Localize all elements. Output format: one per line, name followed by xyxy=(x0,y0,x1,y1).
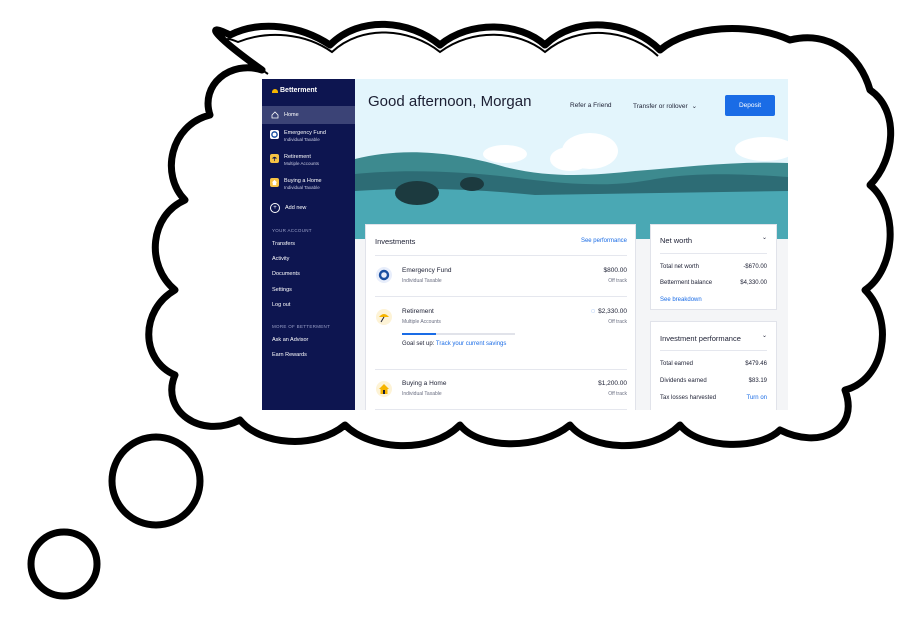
sidebar-link-ask-advisor[interactable]: Ask an Advisor xyxy=(272,337,308,343)
net-worth-row-value: -$670.00 xyxy=(743,264,767,270)
account-status: Off track xyxy=(608,319,627,325)
plus-icon: + xyxy=(270,203,280,213)
sidebar-item-label: Emergency Fund xyxy=(284,130,326,136)
account-balance: $1,200.00 xyxy=(598,380,627,387)
umbrella-icon xyxy=(376,309,392,325)
account-name[interactable]: Buying a Home xyxy=(402,380,446,387)
net-worth-row-label: Betterment balance xyxy=(660,280,713,286)
bubble-dot-small xyxy=(27,528,101,600)
chevron-down-icon: ⌄ xyxy=(691,103,698,110)
bubble-dot-large xyxy=(108,433,204,529)
your-account-heading: YOUR ACCOUNT xyxy=(272,228,312,233)
hero-banner: Good afternoon, Morgan Refer a Friend Tr… xyxy=(355,79,788,239)
net-worth-row-label: Total net worth xyxy=(660,264,700,270)
sidebar-link-logout[interactable]: Log out xyxy=(272,302,290,308)
umbrella-icon xyxy=(270,154,279,163)
sidebar-item-label: Add new xyxy=(285,204,307,211)
chevron-down-icon[interactable]: ⌄ xyxy=(762,234,767,241)
logo[interactable]: Betterment xyxy=(272,87,317,94)
syncing-icon: ◌ xyxy=(590,308,596,315)
performance-title: Investment performance xyxy=(660,334,741,343)
performance-row-label: Tax losses harvested xyxy=(660,395,717,401)
sidebar-item-label: Home xyxy=(284,111,299,118)
sidebar-link-settings[interactable]: Settings xyxy=(272,287,292,293)
sidebar-item-sub: Multiple Accounts xyxy=(284,161,320,166)
investment-performance-card: Investment performance ⌄ Total earned $4… xyxy=(650,321,777,410)
sidebar-item-buying-a-home[interactable]: Buying a Home Individual Taxable xyxy=(262,178,355,196)
logo-icon xyxy=(272,88,278,93)
lifebuoy-icon xyxy=(376,267,392,283)
account-name[interactable]: Retirement xyxy=(402,308,434,315)
account-balance: $800.00 xyxy=(603,267,628,274)
account-status: Off track xyxy=(608,391,627,397)
divider xyxy=(375,369,627,370)
account-status: Off track xyxy=(608,278,627,284)
divider xyxy=(375,296,627,297)
track-savings-link[interactable]: Track your current savings xyxy=(436,341,506,347)
sidebar-link-transfers[interactable]: Transfers xyxy=(272,241,295,247)
sidebar-item-add-new[interactable]: + Add new xyxy=(262,202,355,214)
logo-text: Betterment xyxy=(280,87,317,94)
divider xyxy=(660,350,767,351)
home-icon xyxy=(270,111,279,120)
account-type: Individual Taxable xyxy=(402,391,442,397)
refer-friend-link[interactable]: Refer a Friend xyxy=(570,102,612,109)
performance-row-value: $479.46 xyxy=(745,361,767,367)
sidebar-item-label: Retirement xyxy=(284,154,311,160)
account-type: Multiple Accounts xyxy=(402,319,441,325)
goal-progress-fill xyxy=(402,333,436,335)
performance-row-label: Dividends earned xyxy=(660,378,707,384)
divider xyxy=(375,409,627,410)
sidebar-item-emergency-fund[interactable]: Emergency Fund Individual Taxable xyxy=(262,130,355,148)
net-worth-title: Net worth xyxy=(660,236,693,245)
sidebar-item-home[interactable]: Home xyxy=(262,106,355,124)
sidebar-link-documents[interactable]: Documents xyxy=(272,271,300,277)
sidebar-link-activity[interactable]: Activity xyxy=(272,256,289,262)
account-name[interactable]: Emergency Fund xyxy=(402,267,452,274)
investments-title: Investments xyxy=(375,237,416,246)
app-screen: Betterment Home Emergency Fund Individua… xyxy=(262,79,788,410)
sidebar-item-sub: Individual Taxable xyxy=(284,137,320,142)
sidebar-link-earn-rewards[interactable]: Earn Rewards xyxy=(272,352,307,358)
see-performance-link[interactable]: See performance xyxy=(581,238,627,244)
goal-prefix: Goal set up: xyxy=(402,341,435,347)
goal-setup-text: Goal set up: Track your current savings xyxy=(402,339,512,350)
performance-row-label: Total earned xyxy=(660,361,694,367)
more-heading: MORE OF BETTERMENT xyxy=(272,324,331,329)
deposit-button[interactable]: Deposit xyxy=(725,95,775,116)
net-worth-row-value: $4,330.00 xyxy=(740,280,767,286)
sidebar-item-retirement[interactable]: Retirement Multiple Accounts xyxy=(262,154,355,172)
house-icon xyxy=(376,381,392,397)
transfer-rollover-dropdown[interactable]: Transfer or rollover ⌄ xyxy=(633,102,698,111)
goal-progress-bar xyxy=(402,333,515,335)
turn-on-link[interactable]: Turn on xyxy=(747,395,767,401)
divider xyxy=(660,253,767,254)
chevron-down-icon[interactable]: ⌄ xyxy=(762,332,767,339)
divider xyxy=(375,255,627,256)
account-type: Individual Taxable xyxy=(402,278,442,284)
lifebuoy-icon xyxy=(270,130,279,139)
performance-row-value: $83.19 xyxy=(748,378,767,384)
sidebar-item-label: Buying a Home xyxy=(284,178,322,184)
sidebar: Betterment Home Emergency Fund Individua… xyxy=(262,79,355,410)
account-balance-group: ◌ $2,330.00 xyxy=(591,308,627,315)
see-breakdown-link[interactable]: See breakdown xyxy=(660,297,702,303)
investments-card: Investments See performance Emergency Fu… xyxy=(365,224,636,410)
net-worth-card: Net worth ⌄ Total net worth -$670.00 Bet… xyxy=(650,224,777,310)
page-title: Good afternoon, Morgan xyxy=(368,93,532,110)
transfer-label: Transfer or rollover xyxy=(633,102,688,110)
house-icon xyxy=(270,178,279,187)
account-balance: $2,330.00 xyxy=(598,308,627,315)
sidebar-item-sub: Individual Taxable xyxy=(284,185,320,190)
